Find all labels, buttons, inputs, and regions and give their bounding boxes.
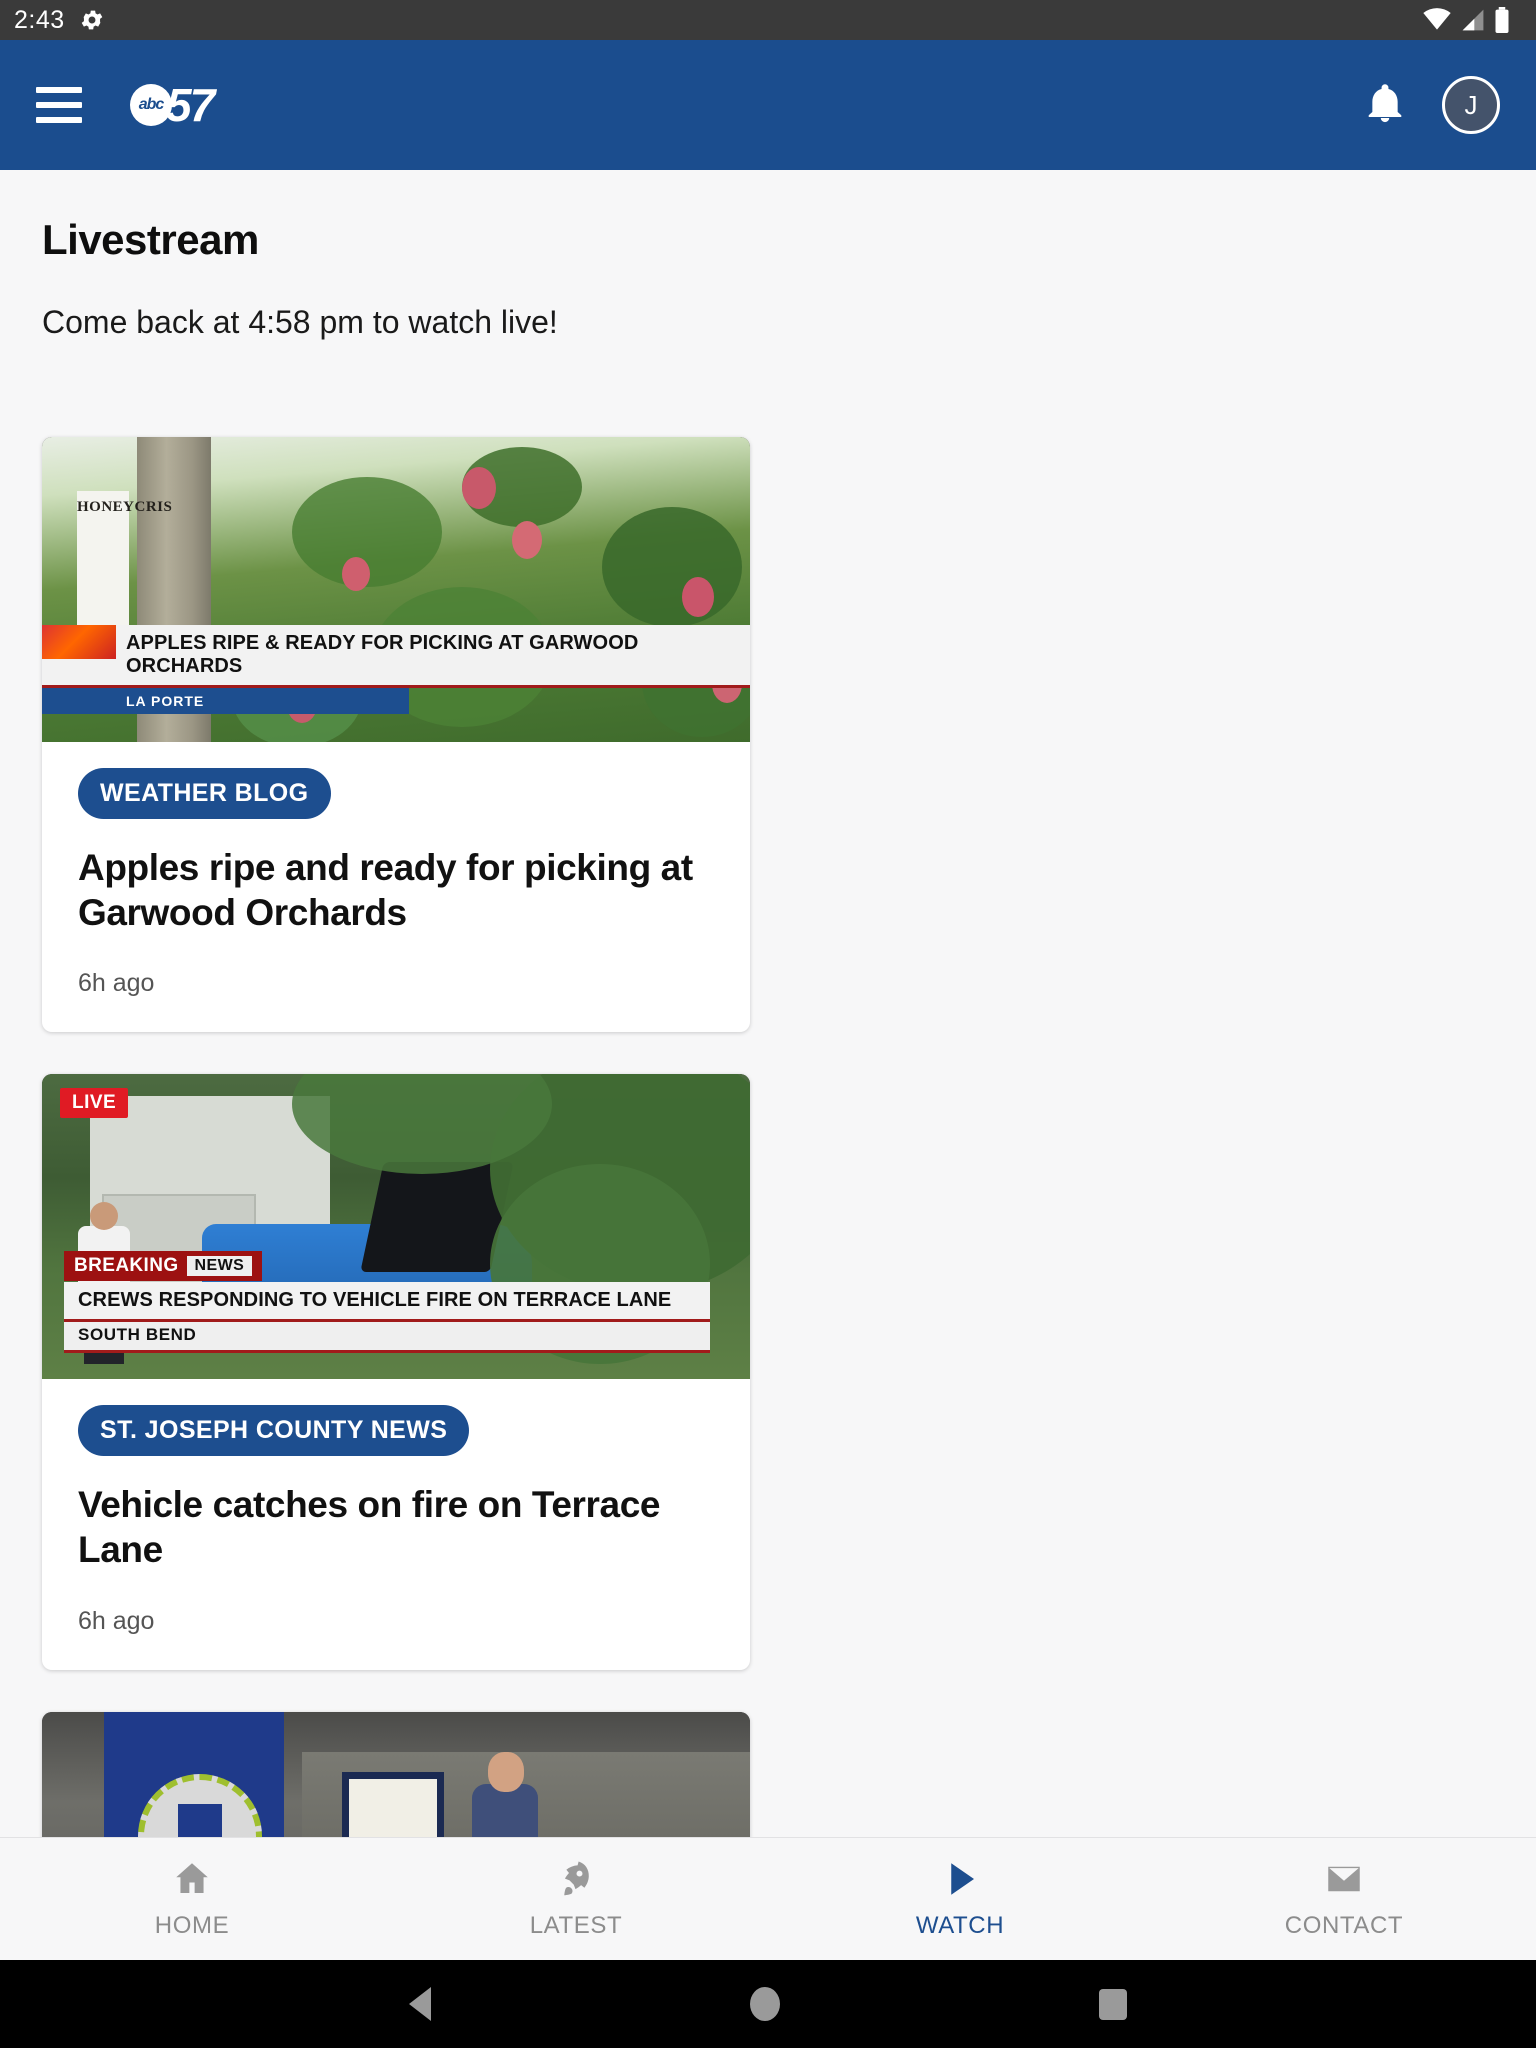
card-title: Apples ripe and ready for picking at Gar… [78, 847, 693, 934]
banner-location: LA PORTE [42, 688, 410, 714]
android-status-bar: 2:43 [0, 0, 1536, 40]
battery-icon [1494, 7, 1510, 33]
android-nav-bar [0, 1960, 1536, 2048]
card-timestamp: 6h ago [78, 1606, 155, 1635]
card-thumbnail[interactable]: Indiana SMALL BUSINESSDEVELOPMENT CENTER… [42, 1711, 750, 1838]
breaking-badge: BREAKING NEWS [64, 1251, 263, 1282]
app-screen: 2:43 abc 57 J Livestream Come back at 4:… [0, 0, 1536, 2048]
card-body: ST. JOSEPH COUNTY NEWS Vehicle catches o… [42, 1379, 750, 1669]
man-standing [472, 1783, 538, 1838]
banner-location: SOUTH BEND [64, 1322, 710, 1354]
card-thumbnail[interactable]: HONEYCRIS APPLES RIPE & READY FOR PICKIN… [42, 437, 750, 742]
tab-label: HOME [154, 1912, 230, 1939]
banner-headline: CREWS RESPONDING TO VEHICLE FIRE ON TERR… [64, 1282, 710, 1323]
tab-latest[interactable]: LATEST [384, 1858, 768, 1940]
breaking-news-label: NEWS [186, 1256, 253, 1277]
abc57-logo[interactable]: abc 57 [130, 79, 215, 131]
rocket-icon [555, 1858, 597, 1900]
station-bug [42, 625, 116, 659]
app-bar-actions: J [1362, 76, 1500, 134]
news-card[interactable]: LIVE BREAKING NEWS CREWS RESPONDING TO V… [42, 1074, 750, 1670]
home-icon [171, 1858, 213, 1900]
hamburger-menu-icon[interactable] [36, 87, 82, 123]
avatar[interactable]: J [1442, 76, 1500, 134]
tab-home[interactable]: HOME [0, 1858, 384, 1940]
livestream-message: Come back at 4:58 pm to watch live! [42, 304, 558, 340]
category-chip[interactable]: ST. JOSEPH COUNTY NEWS [78, 1405, 470, 1457]
bottom-tab-bar: HOME LATEST WATCH CONTACT [0, 1837, 1536, 1960]
recents-square-icon[interactable] [1098, 1988, 1127, 2020]
news-card[interactable]: Indiana SMALL BUSINESSDEVELOPMENT CENTER… [42, 1711, 750, 1838]
status-bar-right [1422, 7, 1522, 33]
framed-proclamation [342, 1771, 444, 1838]
card-timestamp: 6h ago [78, 969, 155, 998]
card-title: Vehicle catches on fire on Terrace Lane [78, 1484, 661, 1571]
bell-icon[interactable] [1362, 80, 1408, 131]
play-icon [939, 1858, 981, 1900]
breaking-label: BREAKING [74, 1255, 179, 1277]
page-content: Livestream Come back at 4:58 pm to watch… [0, 170, 1536, 1838]
indiana-banner-photo: Indiana SMALL BUSINESSDEVELOPMENT CENTER… [42, 1711, 750, 1838]
status-bar-left: 2:43 [14, 6, 105, 35]
tab-contact[interactable]: CONTACT [1152, 1858, 1536, 1940]
back-triangle-icon[interactable] [409, 1987, 432, 2021]
news-card[interactable]: HONEYCRIS APPLES RIPE & READY FOR PICKIN… [42, 437, 750, 1033]
lower-third: APPLES RIPE & READY FOR PICKING AT GARWO… [42, 625, 750, 714]
card-thumbnail[interactable]: LIVE BREAKING NEWS CREWS RESPONDING TO V… [42, 1074, 750, 1380]
news-card-grid: HONEYCRIS APPLES RIPE & READY FOR PICKIN… [0, 341, 1536, 1838]
category-chip[interactable]: WEATHER BLOG [78, 768, 331, 819]
tab-watch[interactable]: WATCH [768, 1858, 1152, 1940]
page-title: Livestream [42, 216, 259, 263]
orchard-photo: HONEYCRIS APPLES RIPE & READY FOR PICKIN… [42, 437, 750, 742]
man-head [488, 1751, 524, 1792]
wifi-icon [1422, 8, 1452, 32]
card-body: WEATHER BLOG Apples ripe and ready for p… [42, 742, 750, 1032]
status-bar-clock: 2:43 [14, 5, 65, 34]
lower-third: CREWS RESPONDING TO VEHICLE FIRE ON TERR… [64, 1282, 710, 1354]
envelope-icon [1323, 1858, 1365, 1900]
tab-label: WATCH [915, 1912, 1005, 1939]
tab-label: LATEST [529, 1912, 623, 1939]
cell-signal-icon [1460, 8, 1486, 32]
tab-label: CONTACT [1284, 1912, 1404, 1939]
abc-logo-circle: abc [130, 84, 172, 126]
banner-headline: APPLES RIPE & READY FOR PICKING AT GARWO… [42, 625, 750, 688]
channel-number: 57 [166, 79, 215, 131]
gear-icon [79, 7, 105, 33]
live-badge: LIVE [60, 1088, 129, 1119]
avatar-initial: J [1464, 89, 1478, 120]
app-bar: abc 57 J [0, 40, 1536, 170]
home-circle-icon[interactable] [749, 1987, 780, 2021]
vehicle-fire-photo: LIVE BREAKING NEWS CREWS RESPONDING TO V… [42, 1074, 750, 1380]
